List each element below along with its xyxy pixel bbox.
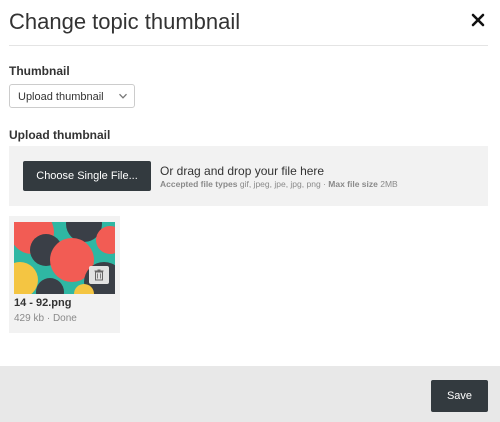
dialog-header: Change topic thumbnail (9, 0, 488, 46)
close-icon (471, 13, 485, 27)
file-status: Done (52, 313, 77, 324)
save-button[interactable]: Save (431, 380, 488, 412)
change-thumbnail-dialog: Change topic thumbnail Thumbnail Upload … (0, 0, 500, 422)
chevron-down-icon (119, 93, 127, 99)
max-size-label: Max file size (328, 179, 378, 189)
file-dropzone[interactable]: Choose Single File... Or drag and drop y… (9, 146, 488, 206)
upload-thumbnail-label: Upload thumbnail (9, 128, 111, 142)
thumbnail-preview (14, 222, 115, 294)
thumbnail-type-value: Upload thumbnail (18, 91, 104, 103)
file-meta: 429 kb · Done (14, 313, 77, 324)
accepted-types-label: Accepted file types (160, 179, 238, 189)
accepted-types-value: gif, jpeg, jpe, jpg, png (239, 179, 321, 189)
drop-instructions: Or drag and drop your file here (160, 164, 325, 178)
dialog-title: Change topic thumbnail (9, 9, 241, 34)
file-requirements: Accepted file types gif, jpeg, jpe, jpg,… (160, 179, 398, 189)
choose-file-button[interactable]: Choose Single File... (23, 161, 151, 191)
max-size-value: 2MB (380, 179, 398, 189)
requirements-separator: · (323, 179, 326, 189)
close-button[interactable] (468, 10, 488, 30)
trash-icon (94, 269, 104, 281)
file-size: 429 kb (14, 313, 45, 324)
file-meta-separator: · (46, 313, 51, 324)
thumbnail-label: Thumbnail (9, 64, 70, 78)
file-name: 14 - 92.png (14, 297, 72, 309)
thumbnail-type-select[interactable]: Upload thumbnail (9, 84, 135, 108)
dialog-footer: Save (0, 366, 500, 422)
uploaded-file-card: 14 - 92.png 429 kb · Done (9, 216, 120, 333)
delete-file-button[interactable] (89, 266, 109, 284)
